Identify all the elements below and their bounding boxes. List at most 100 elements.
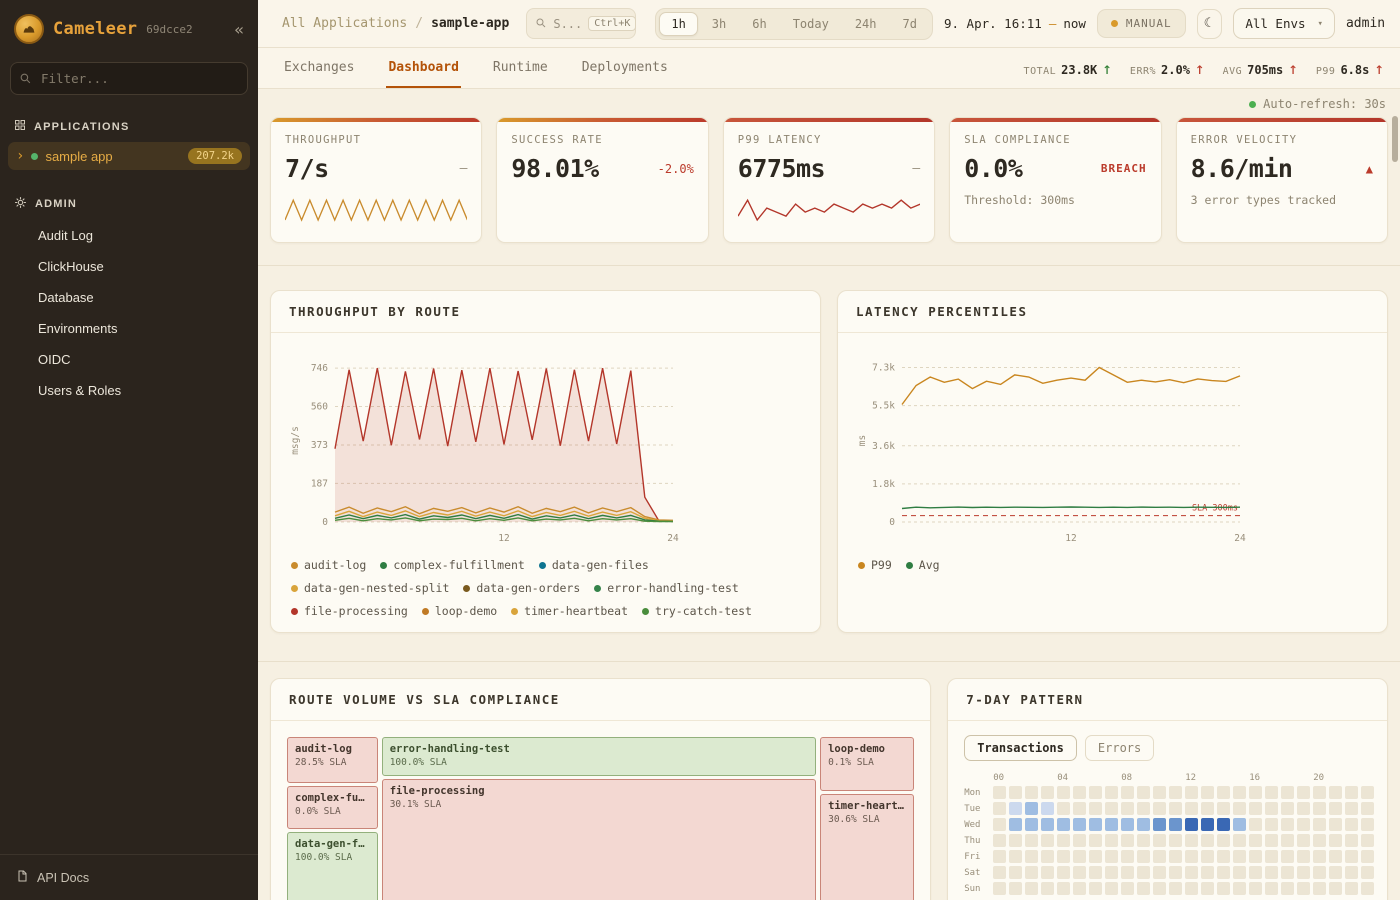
heatmap-mode-transactions[interactable]: Transactions [964,735,1077,761]
treemap-cell-complex-fulfillment[interactable]: complex-fulfillment0.0% SLA [287,786,378,829]
heatmap-cell [1121,802,1134,815]
heatmap-cell [1137,834,1150,847]
heatmap-cell [1121,786,1134,799]
heatmap-mode-errors[interactable]: Errors [1085,735,1154,761]
legend-dot [291,585,298,592]
heatmap-cell [1265,834,1278,847]
time-range-7d[interactable]: 7d [891,12,929,36]
svg-text:7.3k: 7.3k [872,363,895,374]
tab-runtime[interactable]: Runtime [491,48,550,88]
sidebar-item-sample-app[interactable]: › sample app 207.2k [8,142,250,170]
legend-item-p99[interactable]: P99 [858,558,892,572]
legend-item-avg[interactable]: Avg [906,558,940,572]
heatmap-cell [1057,882,1070,895]
tab-exchanges[interactable]: Exchanges [282,48,356,88]
heatmap-cell [1041,818,1054,831]
auto-refresh-dot [1249,101,1256,108]
app-version-hash: 69dcce2 [146,23,192,36]
tab-dashboard[interactable]: Dashboard [386,48,460,88]
heatmap-cell [1313,866,1326,879]
heatmap-cell [1345,850,1358,863]
scrollbar-thumb[interactable] [1392,116,1398,162]
time-range-24h[interactable]: 24h [843,12,889,36]
heatmap-cell [993,866,1006,879]
legend-item-data-gen-orders[interactable]: data-gen-orders [463,581,580,595]
legend-item-data-gen-files[interactable]: data-gen-files [539,558,649,572]
sidebar-item-clickhouse[interactable]: ClickHouse [0,251,258,282]
heatmap-cell [1089,866,1102,879]
route-volume-treemap: audit-log28.5% SLAerror-handling-test100… [287,737,914,900]
heatmap-hour-label: 16 [1249,773,1262,783]
time-range-1h[interactable]: 1h [659,12,697,36]
treemap-cell-sla: 30.1% SLA [390,799,809,810]
heatmap-cell [1281,786,1294,799]
treemap-cell-loop-demo[interactable]: loop-demo0.1% SLA [820,737,914,791]
search-input[interactable]: S... Ctrl+K [526,8,636,39]
heatmap-cell [1041,834,1054,847]
legend-item-timer-heartbeat[interactable]: timer-heartbeat [511,604,628,618]
heatmap-cell [1089,882,1102,895]
legend-dot [858,562,865,569]
bottom-section: ROUTE VOLUME VS SLA COMPLIANCE audit-log… [258,662,1400,900]
document-icon [16,869,28,886]
time-range-3h[interactable]: 3h [700,12,738,36]
heatmap-day-label: Mon [964,788,990,798]
time-range-6h[interactable]: 6h [740,12,778,36]
applications-icon [14,119,26,134]
api-docs-label: API Docs [37,871,89,885]
sidebar-filter-input[interactable] [10,62,248,95]
sidebar-item-audit-log[interactable]: Audit Log [0,220,258,251]
date-range[interactable]: 9. Apr. 16:11 — now [944,16,1086,31]
heatmap-cell [1281,850,1294,863]
api-docs-link[interactable]: API Docs [0,854,258,900]
latency-chart: 01.8k3.6k5.5k7.3k1224msSLA 300ms [854,345,1371,550]
heatmap-cell [1185,802,1198,815]
panel-throughput-by-route: THROUGHPUT BY ROUTE 01873735607461224msg… [270,290,821,633]
legend-item-loop-demo[interactable]: loop-demo [422,604,497,618]
heatmap-hour-label: 08 [1121,773,1134,783]
sidebar-item-environments[interactable]: Environments [0,313,258,344]
sidebar-item-oidc[interactable]: OIDC [0,344,258,375]
treemap-cell-name: complex-fulfillment [295,792,370,804]
heatmap-cell [1057,786,1070,799]
admin-section: ADMIN [0,188,258,220]
heatmap-cell [1217,802,1230,815]
svg-text:373: 373 [311,440,328,451]
dark-mode-toggle[interactable]: ☾ [1197,9,1223,39]
stat-label: ERR% [1130,66,1156,77]
heatmap-cell [1265,850,1278,863]
sidebar-item-users-roles[interactable]: Users & Roles [0,375,258,406]
heatmap-cell [1105,850,1118,863]
heatmap-cell [1073,866,1086,879]
auto-refresh-label: Auto-refresh: 30s [1263,97,1386,111]
treemap-cell-error-handling-test[interactable]: error-handling-test100.0% SLA [382,737,817,776]
sidebar-item-database[interactable]: Database [0,282,258,313]
legend-item-complex-fulfillment[interactable]: complex-fulfillment [380,558,525,572]
legend-item-audit-log[interactable]: audit-log [291,558,366,572]
heatmap-cell [1057,818,1070,831]
sidebar-collapse-button[interactable]: « [234,20,244,39]
heatmap-cell [1249,866,1262,879]
svg-text:SLA 300ms: SLA 300ms [1192,504,1238,514]
treemap-cell-file-processing[interactable]: file-processing30.1% SLA [382,779,817,900]
kpi-value: 8.6/min [1191,154,1293,183]
treemap-cell-timer-heartbeat[interactable]: timer-heartbeat30.6% SLA [820,794,914,900]
stat-p99: P996.8s↑ [1316,59,1384,78]
heatmap-day-label: Fri [964,852,990,862]
tab-deployments[interactable]: Deployments [580,48,670,88]
treemap-cell-audit-log[interactable]: audit-log28.5% SLA [287,737,378,783]
legend-item-file-processing[interactable]: file-processing [291,604,408,618]
legend-item-try-catch-test[interactable]: try-catch-test [642,604,752,618]
panel-title: ROUTE VOLUME VS SLA COMPLIANCE [289,692,560,707]
manual-refresh-button[interactable]: MANUAL [1097,9,1186,38]
panel-7-day-pattern: 7-DAY PATTERN TransactionsErrors 0004081… [947,678,1388,900]
legend-item-data-gen-nested-split[interactable]: data-gen-nested-split [291,581,449,595]
treemap-cell-data-gen-files[interactable]: data-gen-files100.0% SLA [287,832,378,900]
time-range-today[interactable]: Today [781,12,841,36]
user-menu[interactable]: admin [1346,16,1385,31]
heatmap-cell [1345,834,1358,847]
legend-item-error-handling-test[interactable]: error-handling-test [594,581,739,595]
breadcrumb-all-applications[interactable]: All Applications [282,16,407,31]
heatmap-cell [1249,786,1262,799]
env-select[interactable]: All Envs ▾ [1233,8,1335,39]
